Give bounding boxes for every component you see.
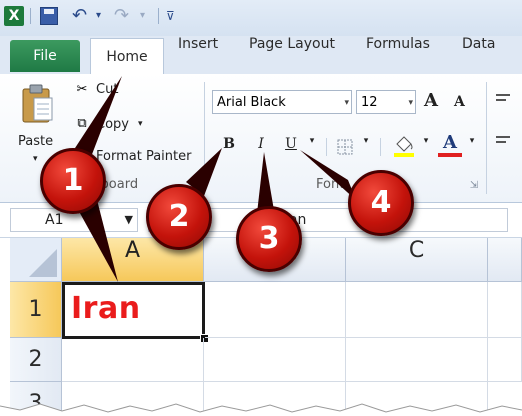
format-painter-button[interactable]: Format Painter [96,149,191,164]
underline-dropdown-icon[interactable]: ▾ [306,136,318,158]
fill-color-dropdown-icon[interactable]: ▾ [420,136,432,158]
font-name-value: Arial Black [217,95,286,110]
group-separator [204,82,205,194]
cell-a1-text: Iran [71,291,141,326]
tab-insert[interactable]: Insert [178,36,218,74]
borders-icon[interactable] [336,138,354,156]
underline-button[interactable]: U [282,136,300,158]
font-color-icon[interactable]: A [438,132,462,158]
excel-logo-icon: X [4,6,24,26]
align-top-icon[interactable] [496,94,510,96]
select-all-triangle-icon [29,249,57,277]
callout-badge-4: 4 [348,170,414,236]
borders-dropdown-icon[interactable]: ▾ [360,136,372,158]
cell-a2[interactable] [62,338,204,382]
callout-badge-2: 2 [146,184,212,250]
chevron-down-icon: ▾ [408,98,413,108]
shrink-font-icon[interactable]: A [454,94,465,110]
toolbar-separator [380,138,381,156]
cell-a1[interactable]: Iran [62,282,205,339]
cell-d2[interactable] [488,338,522,382]
toolbar-separator [30,8,31,24]
toolbar-separator [326,138,327,156]
select-all-corner[interactable] [10,238,62,282]
name-box-value: A1 [45,212,64,228]
tab-formulas[interactable]: Formulas [366,36,430,74]
font-color-dropdown-icon[interactable]: ▾ [466,136,478,158]
cell-c3[interactable] [346,382,488,416]
cell-c2[interactable] [346,338,488,382]
tab-home[interactable]: Home [90,38,164,75]
chevron-down-icon: ▾ [344,98,349,108]
font-group-label: Font [316,177,345,192]
cell-a3[interactable] [62,382,204,416]
undo-icon[interactable]: ↶ [72,6,87,26]
font-color-letter: A [443,132,457,153]
copy-button[interactable]: Copy [96,117,129,132]
align-left-icon-line [496,141,506,143]
scissors-icon[interactable]: ✂ [74,82,90,98]
cell-c1[interactable] [346,282,488,338]
save-icon[interactable] [40,7,58,25]
cell-b3[interactable] [204,382,346,416]
excel-window: X ↶ ▾ ↷ ▾ ⊽ File Home Insert Page Layout… [0,0,522,416]
tab-data[interactable]: Data [462,36,495,74]
chevron-down-icon: ▼ [124,213,133,226]
redo-dropdown-icon[interactable]: ▾ [140,6,145,26]
copy-dropdown-icon[interactable]: ▾ [138,119,143,129]
italic-button[interactable]: I [252,136,270,158]
cell-b1[interactable] [205,282,346,338]
tab-page-layout[interactable]: Page Layout [249,36,335,74]
paste-icon[interactable] [20,84,54,124]
font-name-select[interactable]: Arial Black ▾ [212,90,352,114]
grow-font-icon[interactable]: A [424,90,438,111]
callout-badge-3: 3 [236,206,302,272]
cell-d1[interactable] [488,282,522,338]
group-separator [486,82,487,194]
row-header-2[interactable]: 2 [10,338,62,382]
font-size-value: 12 [361,95,378,110]
callout-badge-1: 1 [40,148,106,214]
bold-button[interactable]: B [220,136,238,158]
paste-dropdown-icon[interactable]: ▾ [33,154,38,164]
tab-file[interactable]: File [10,40,80,72]
column-header-c[interactable]: C [346,238,488,282]
align-left-icon[interactable] [496,136,510,138]
font-size-select[interactable]: 12 ▾ [356,90,416,114]
fill-color-icon[interactable] [392,134,416,158]
cell-b2[interactable] [204,338,346,382]
paste-button[interactable]: Paste [18,134,53,149]
customize-toolbar-icon[interactable]: ⊽ [166,6,175,26]
dialog-launcher-icon[interactable]: ⇲ [466,178,482,194]
column-header-d[interactable] [488,238,522,282]
undo-dropdown-icon[interactable]: ▾ [96,6,101,26]
redo-icon[interactable]: ↷ [114,6,129,26]
ribbon-tabs: File Home Insert Page Layout Formulas Da… [0,36,522,75]
cut-button[interactable]: Cut [96,82,118,97]
save-icon-label [44,9,54,14]
copy-icon[interactable]: ⧉ [74,116,90,132]
row-header-3[interactable]: 3 [10,382,62,416]
align-top-icon-line [496,99,506,101]
row-header-1[interactable]: 1 [10,282,62,338]
toolbar-separator [158,8,159,24]
font-color-swatch [438,153,462,157]
quick-access-toolbar: X ↶ ▾ ↷ ▾ ⊽ [0,0,522,37]
